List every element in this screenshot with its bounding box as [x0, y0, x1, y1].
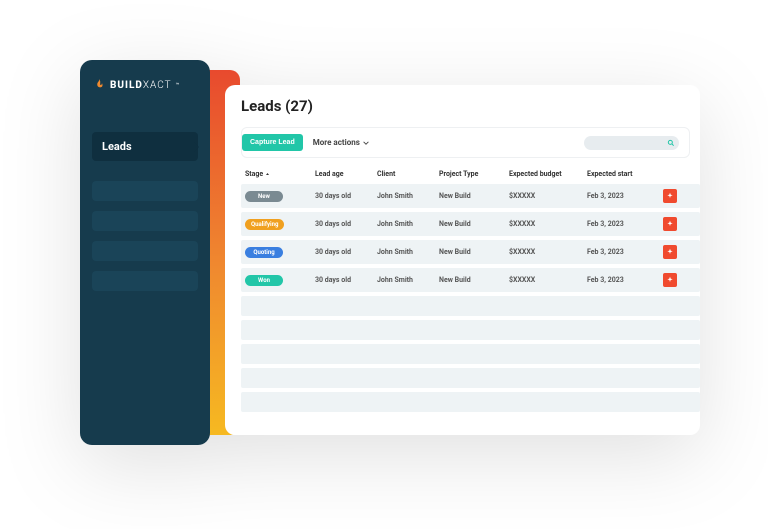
row-action-button[interactable]: [663, 245, 677, 259]
row-action-button[interactable]: [663, 273, 677, 287]
sidebar-item-leads[interactable]: Leads: [92, 132, 198, 161]
col-stage[interactable]: Stage: [245, 170, 315, 178]
capture-lead-button[interactable]: Capture Lead: [242, 134, 303, 151]
page-title-count: 27: [290, 97, 307, 115]
sparkle-icon: [666, 220, 674, 228]
cell-project-type: New Build: [439, 220, 509, 228]
cell-expected-budget: $XXXXX: [509, 192, 587, 200]
row-action-button[interactable]: [663, 189, 677, 203]
col-expected-start[interactable]: Expected start: [587, 170, 659, 178]
cell-project-type: New Build: [439, 192, 509, 200]
sidebar-item-placeholder[interactable]: [92, 211, 198, 231]
cell-expected-start: Feb 3, 2023: [587, 276, 659, 284]
cell-client: John Smith: [377, 220, 439, 228]
sidebar: BUILDXACT ™ Leads: [80, 60, 210, 445]
cell-expected-start: Feb 3, 2023: [587, 192, 659, 200]
brand-tm: ™: [176, 82, 180, 89]
cell-expected-budget: $XXXXX: [509, 220, 587, 228]
table-row[interactable]: New 30 days oldJohn SmithNew Build$XXXXXF…: [241, 184, 700, 208]
cell-client: John Smith: [377, 276, 439, 284]
cell-expected-start: Feb 3, 2023: [587, 220, 659, 228]
chevron-down-icon: [363, 140, 369, 146]
more-actions-dropdown[interactable]: More actions: [313, 138, 369, 147]
row-action-button[interactable]: [663, 217, 677, 231]
cell-expected-budget: $XXXXX: [509, 276, 587, 284]
col-expected-budget[interactable]: Expected budget: [509, 170, 587, 178]
cell-project-type: New Build: [439, 248, 509, 256]
page-title: Leads (27): [241, 97, 700, 115]
table-row[interactable]: Quoting 30 days oldJohn SmithNew Build$XX…: [241, 240, 700, 264]
sparkle-icon: [666, 248, 674, 256]
sparkle-icon: [666, 276, 674, 284]
flame-icon: [92, 78, 106, 92]
col-client[interactable]: Client: [377, 170, 439, 178]
cell-lead-age: 30 days old: [315, 192, 377, 200]
table-row[interactable]: Qualifying 30 days oldJohn SmithNew Build…: [241, 212, 700, 236]
cell-expected-budget: $XXXXX: [509, 248, 587, 256]
cell-project-type: New Build: [439, 276, 509, 284]
table-row-empty: [241, 344, 700, 364]
stage-pill: Won: [245, 275, 283, 286]
sparkle-icon: [666, 192, 674, 200]
page-title-text: Leads: [241, 97, 281, 115]
cell-expected-start: Feb 3, 2023: [587, 248, 659, 256]
more-actions-label: More actions: [313, 138, 360, 147]
search-icon: [667, 139, 675, 147]
sort-asc-icon: [265, 172, 270, 177]
stage-pill: New: [245, 191, 283, 202]
leads-table: Stage Lead age Client Project Type Expec…: [241, 164, 700, 412]
cell-client: John Smith: [377, 192, 439, 200]
sidebar-item-placeholder[interactable]: [92, 241, 198, 261]
col-project-type[interactable]: Project Type: [439, 170, 509, 178]
stage-pill: Quoting: [245, 247, 283, 258]
cell-client: John Smith: [377, 248, 439, 256]
toolbar: Capture Lead More actions: [241, 127, 690, 158]
sidebar-item-placeholder[interactable]: [92, 181, 198, 201]
table-row[interactable]: Won 30 days oldJohn SmithNew Build$XXXXXF…: [241, 268, 700, 292]
stage-pill: Qualifying: [245, 219, 284, 230]
main-panel: Leads (27) Capture Lead More actions Sta…: [225, 85, 700, 435]
table-row-empty: [241, 392, 700, 412]
table-row-empty: [241, 296, 700, 316]
brand-bold: BUILD: [110, 80, 143, 91]
table-row-empty: [241, 368, 700, 388]
sidebar-item-placeholder[interactable]: [92, 271, 198, 291]
cell-lead-age: 30 days old: [315, 220, 377, 228]
cell-lead-age: 30 days old: [315, 248, 377, 256]
table-row-empty: [241, 320, 700, 340]
table-header-row: Stage Lead age Client Project Type Expec…: [241, 164, 700, 184]
brand-thin: XACT: [143, 80, 172, 91]
search-input[interactable]: [584, 136, 679, 150]
cell-lead-age: 30 days old: [315, 276, 377, 284]
col-lead-age[interactable]: Lead age: [315, 170, 377, 178]
brand-logo: BUILDXACT ™: [92, 78, 198, 92]
